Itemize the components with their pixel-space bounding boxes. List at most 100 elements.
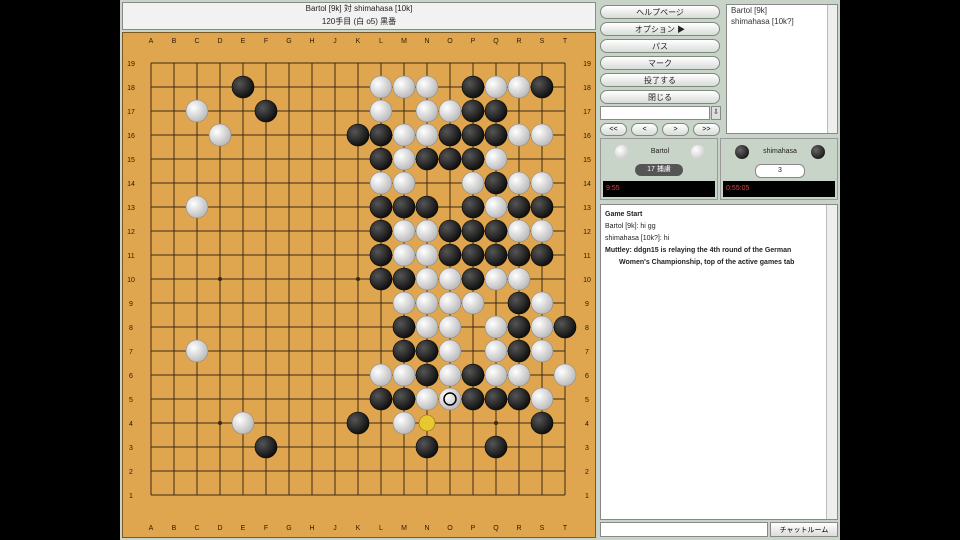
- black-stone: [484, 435, 508, 459]
- white-stone: [369, 363, 393, 387]
- black-stone: [461, 387, 485, 411]
- chat-room-button[interactable]: チャットルーム: [770, 522, 838, 537]
- white-stone: [438, 291, 462, 315]
- black-stone: [415, 147, 439, 171]
- black-stone: [369, 243, 393, 267]
- options-button[interactable]: オプション ▶: [600, 22, 720, 36]
- hover-marker[interactable]: [418, 414, 436, 432]
- white-stone: [185, 195, 209, 219]
- row-label: 19: [127, 61, 135, 68]
- white-stone: [185, 99, 209, 123]
- row-label: 9: [585, 301, 589, 308]
- white-stone: [392, 291, 416, 315]
- nav-next-button[interactable]: >: [662, 123, 689, 136]
- game-move-status: 120手目 (白 o5) 黒番: [321, 17, 397, 26]
- column-label: E: [241, 38, 246, 45]
- column-label: F: [264, 38, 268, 45]
- black-stone: [507, 291, 531, 315]
- chat-lines: Game Start Bartol [9k]: hi gg shimahasa [1…: [605, 209, 823, 269]
- resign-button[interactable]: 投了する: [600, 73, 720, 87]
- black-stone-icon: [811, 145, 825, 159]
- chat-message: shimahasa [10k?]: hi: [605, 235, 670, 242]
- game-title-bar: Bartol [9k] 対 shimahasa [10k] 120手目 (白 o…: [122, 2, 596, 30]
- column-label: E: [241, 525, 246, 532]
- black-stone: [438, 123, 462, 147]
- chat-input[interactable]: [600, 522, 768, 537]
- row-label: 2: [129, 469, 133, 476]
- white-stone-icon: [691, 145, 705, 159]
- chat-message: Muttley: ddgn15 is relaying the 4th roun…: [605, 247, 792, 254]
- column-label: B: [172, 525, 177, 532]
- row-label: 13: [583, 205, 591, 212]
- white-stone: [530, 315, 554, 339]
- black-stone: [507, 339, 531, 363]
- black-stone: [461, 243, 485, 267]
- column-label: F: [264, 525, 268, 532]
- game-players-title: Bartol [9k] 対 shimahasa [10k]: [305, 4, 413, 13]
- black-stone: [484, 99, 508, 123]
- white-stone: [507, 219, 531, 243]
- white-stone: [484, 315, 508, 339]
- row-label: 7: [585, 349, 589, 356]
- board-canvas[interactable]: AABBCCDDEEFFGGHHJJKKLLMMNNOOPPQQRRSSTT19…: [123, 33, 597, 539]
- black-stone: [484, 243, 508, 267]
- chat-message: Bartol [9k]: hi gg: [605, 223, 656, 230]
- mark-button[interactable]: マーク: [600, 56, 720, 70]
- white-stone: [415, 75, 439, 99]
- row-label: 4: [585, 421, 589, 428]
- player-list-item[interactable]: Bartol [9k]: [727, 5, 837, 16]
- pass-button[interactable]: パス: [600, 39, 720, 53]
- black-stone: [507, 387, 531, 411]
- column-label: C: [194, 525, 199, 532]
- help-button[interactable]: ヘルプページ: [600, 5, 720, 19]
- white-stone: [507, 75, 531, 99]
- black-stone: [415, 195, 439, 219]
- black-stone: [346, 123, 370, 147]
- black-player-name: shimahasa: [763, 148, 797, 155]
- row-label: 10: [583, 277, 591, 284]
- black-stone: [484, 171, 508, 195]
- command-input[interactable]: [600, 106, 710, 120]
- row-label: 14: [583, 181, 591, 188]
- white-stone: [392, 147, 416, 171]
- row-label: 5: [585, 397, 589, 404]
- column-label: H: [309, 38, 314, 45]
- white-stone: [415, 123, 439, 147]
- player-list-item[interactable]: shimahasa [10k?]: [727, 16, 837, 27]
- close-button[interactable]: 閉じる: [600, 90, 720, 104]
- white-stone: [507, 171, 531, 195]
- command-submit-icon[interactable]: ⇩: [711, 106, 721, 120]
- black-stone: [369, 219, 393, 243]
- nav-last-button[interactable]: >>: [693, 123, 720, 136]
- row-label: 8: [585, 325, 589, 332]
- player-list[interactable]: Bartol [9k] shimahasa [10k?]: [726, 4, 838, 134]
- white-stone: [484, 363, 508, 387]
- chat-log[interactable]: Game Start Bartol [9k]: hi gg shimahasa [1…: [600, 204, 838, 520]
- go-board[interactable]: A A B B C C D D E E F F G G H H J J K K L L M M N N O O P P Q Q R R S S T T 19…: [122, 32, 596, 538]
- nav-first-button[interactable]: <<: [600, 123, 627, 136]
- column-label: M: [401, 38, 407, 45]
- white-stone-icon: [615, 145, 629, 159]
- nav-prev-button[interactable]: <: [631, 123, 658, 136]
- row-label: 7: [129, 349, 133, 356]
- black-stone: [484, 387, 508, 411]
- row-label: 3: [129, 445, 133, 452]
- white-stone: [392, 123, 416, 147]
- black-stone: [530, 411, 554, 435]
- white-clock: 9:55: [603, 181, 715, 197]
- white-stone: [530, 291, 554, 315]
- row-label: 17: [127, 109, 135, 116]
- black-stone: [461, 147, 485, 171]
- white-stone: [530, 123, 554, 147]
- white-stone: [484, 147, 508, 171]
- black-stone-icon: [735, 145, 749, 159]
- player-list-scrollbar[interactable]: [827, 5, 837, 133]
- row-label: 18: [127, 85, 135, 92]
- star-point: [218, 421, 222, 425]
- white-stone: [369, 75, 393, 99]
- black-stone: [415, 435, 439, 459]
- chat-scrollbar[interactable]: [826, 205, 837, 519]
- white-stone: [415, 291, 439, 315]
- white-stone: [438, 267, 462, 291]
- column-label: H: [309, 525, 314, 532]
